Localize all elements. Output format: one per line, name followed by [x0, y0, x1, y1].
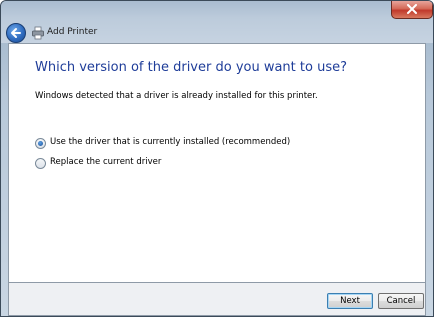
option-label: Replace the current driver — [50, 157, 162, 167]
page-heading: Which version of the driver do you want … — [35, 60, 347, 75]
radio-button[interactable] — [35, 158, 46, 169]
option-use-installed-driver[interactable]: Use the driver that is currently install… — [35, 137, 290, 151]
option-replace-driver[interactable]: Replace the current driver — [35, 157, 175, 171]
back-arrow-icon — [11, 28, 21, 38]
back-button[interactable] — [6, 23, 26, 43]
wizard-content: Which version of the driver do you want … — [8, 43, 426, 283]
option-label: Use the driver that is currently install… — [50, 137, 291, 147]
cancel-button[interactable]: Cancel — [378, 293, 424, 309]
close-button[interactable] — [391, 1, 433, 19]
radio-selected-dot — [38, 141, 43, 146]
title-bar[interactable]: Add Printer — [1, 1, 433, 43]
printer-icon — [32, 26, 44, 40]
wizard-footer: Next Cancel — [8, 283, 426, 316]
add-printer-window: Add Printer Which version of the driver … — [0, 0, 434, 317]
page-description: Windows detected that a driver is alread… — [35, 91, 318, 101]
close-icon — [407, 4, 417, 14]
wizard-title: Add Printer — [47, 27, 98, 37]
radio-button-selected[interactable] — [35, 138, 46, 149]
next-button[interactable]: Next — [327, 293, 373, 309]
